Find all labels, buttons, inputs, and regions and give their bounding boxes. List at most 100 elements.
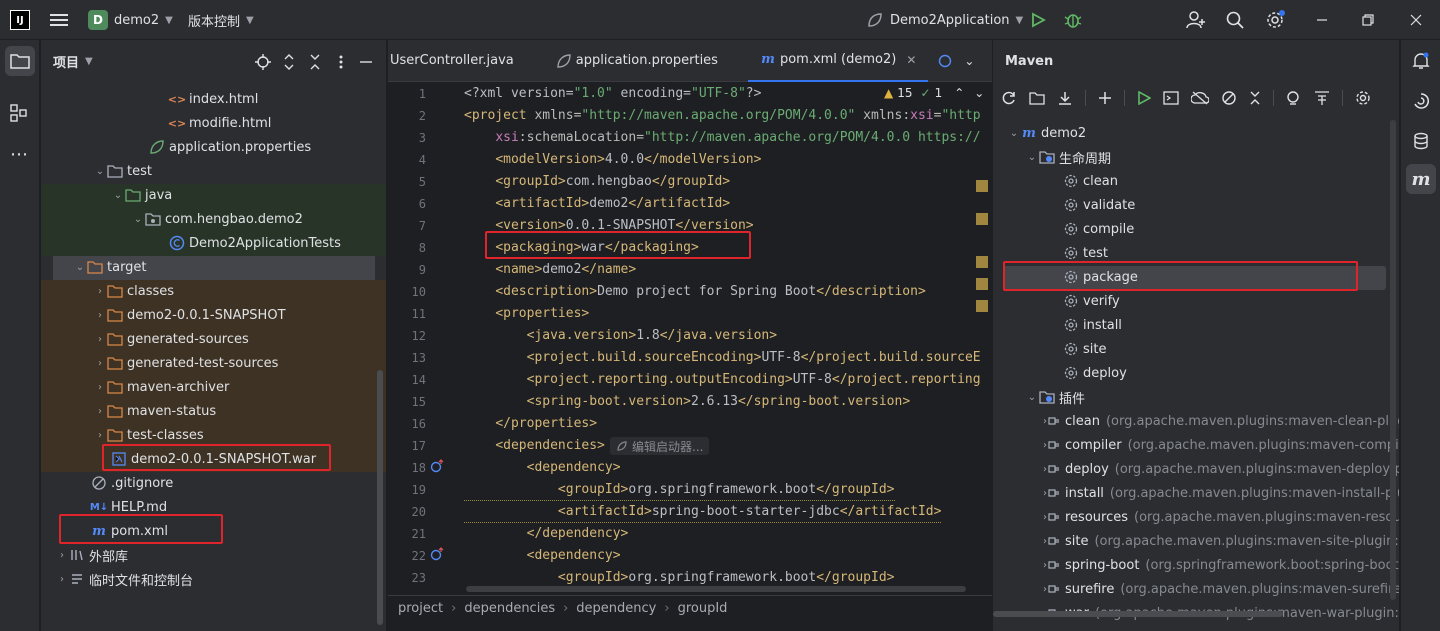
debug-button[interactable] (1064, 0, 1082, 40)
plugin-resources[interactable]: › resources (org.apache.maven.plugins:mave… (993, 505, 1399, 529)
run-button[interactable] (1030, 0, 1046, 40)
maven-vertical-scrollbar[interactable] (1390, 120, 1396, 600)
close-icon[interactable]: ✕ (906, 53, 916, 67)
lifecycle-validate[interactable]: validate (993, 193, 1399, 217)
plugin-deploy[interactable]: › deploy (org.apache.maven.plugins:maven-d… (993, 457, 1399, 481)
dependency-gutter-icon[interactable] (430, 547, 444, 561)
lifecycle-verify[interactable]: verify (993, 289, 1399, 313)
collapse-all-icon[interactable] (309, 53, 321, 71)
tab-pom-xml[interactable]: m pom.xml (demo2) ✕ (747, 40, 929, 82)
project-scrollbar[interactable] (377, 370, 383, 625)
show-deps-icon[interactable] (1314, 90, 1330, 106)
analyze-icon[interactable] (1286, 90, 1302, 106)
tree-item-classes[interactable]: › classes (41, 279, 386, 303)
add-icon[interactable] (1098, 91, 1112, 105)
chevron-down-icon[interactable]: ⌄ (974, 86, 984, 100)
main-menu-icon[interactable] (50, 0, 68, 40)
hide-icon[interactable] (359, 60, 373, 64)
plugin-compiler[interactable]: › compiler (org.apache.maven.plugins:maven… (993, 433, 1399, 457)
chevron-down-icon[interactable]: ⌄ (93, 164, 107, 178)
chevron-down-icon[interactable]: ⌄ (111, 188, 125, 202)
vcs-menu[interactable]: 版本控制 ▼ (188, 0, 254, 40)
lifecycle-node[interactable]: ⌄ 生命周期 (993, 145, 1399, 169)
chevron-up-icon[interactable]: ⌃ (954, 86, 964, 100)
chevron-down-icon[interactable]: ▼ (85, 56, 93, 67)
tree-item-generated-sources[interactable]: › generated-sources (41, 327, 386, 351)
collapse-icon[interactable] (1249, 90, 1261, 106)
horizontal-scrollbar[interactable] (466, 586, 966, 592)
lifecycle-clean[interactable]: clean (993, 169, 1399, 193)
settings-button[interactable] (1265, 0, 1285, 40)
marker[interactable] (976, 213, 988, 225)
lifecycle-deploy[interactable]: deploy (993, 361, 1399, 385)
tree-item-test[interactable]: ⌄ test (41, 159, 386, 183)
reload-icon[interactable] (1001, 90, 1017, 106)
tree-item-scratches[interactable]: › 临时文件和控制台 (41, 567, 386, 591)
marker[interactable] (976, 180, 988, 192)
download-icon[interactable] (1057, 90, 1073, 106)
offline-icon[interactable] (1191, 91, 1209, 105)
tree-item-gitignore[interactable]: .gitignore (41, 471, 386, 495)
edit-starters-hint[interactable]: 编辑启动器... (610, 437, 710, 455)
chevron-right-icon[interactable]: › (93, 380, 107, 394)
close-button[interactable] (1410, 0, 1422, 40)
lifecycle-install[interactable]: install (993, 313, 1399, 337)
plugin-clean[interactable]: › clean (org.apache.maven.plugins:maven-cl… (993, 409, 1399, 433)
lifecycle-compile[interactable]: compile (993, 217, 1399, 241)
chevron-right-icon[interactable]: › (93, 428, 107, 442)
tree-item-maven-status[interactable]: › maven-status (41, 399, 386, 423)
gear-icon[interactable] (1355, 90, 1371, 106)
project-tool-button[interactable] (5, 46, 35, 76)
maven-horizontal-scrollbar[interactable] (993, 611, 1283, 617)
tab-user-controller[interactable]: UserController.java (388, 40, 544, 82)
tab-overflow[interactable] (928, 40, 960, 82)
notifications-icon[interactable] (1412, 52, 1430, 70)
app-logo[interactable]: IJ (10, 0, 30, 40)
ai-assistant-icon[interactable] (1412, 92, 1430, 110)
plugins-node[interactable]: ⌄ 插件 (993, 385, 1399, 409)
tree-item-application-properties[interactable]: application.properties (41, 135, 386, 159)
chevron-right-icon[interactable]: › (55, 572, 69, 586)
tree-item-target[interactable]: ⌄ target (41, 255, 386, 279)
plugin-spring-boot[interactable]: › spring-boot (org.springframework.boot:sp… (993, 553, 1399, 577)
add-user-button[interactable] (1186, 0, 1206, 40)
chevron-right-icon[interactable]: › (93, 308, 107, 322)
execute-goal-icon[interactable] (1163, 91, 1179, 105)
tree-item-external-libraries[interactable]: › 外部库 (41, 543, 386, 567)
maven-root[interactable]: ⌄ m demo2 (993, 121, 1399, 145)
database-icon[interactable] (1412, 132, 1430, 150)
breadcrumb-item[interactable]: dependency (576, 601, 656, 616)
locate-icon[interactable] (255, 54, 271, 70)
tree-item-index-html[interactable]: <> index.html (41, 87, 386, 111)
search-button[interactable] (1226, 0, 1244, 40)
run-icon[interactable] (1137, 91, 1151, 105)
restore-button[interactable] (1362, 0, 1374, 40)
tree-item-java[interactable]: ⌄ java (41, 183, 386, 207)
marker[interactable] (976, 278, 988, 290)
plugin-surefire[interactable]: › surefire (org.apache.maven.plugins:maven… (993, 577, 1399, 601)
more-tools-icon[interactable]: ⋯ (10, 144, 29, 165)
lifecycle-site[interactable]: site (993, 337, 1399, 361)
chevron-right-icon[interactable]: › (93, 356, 107, 370)
tab-application-properties[interactable]: application.properties (544, 40, 748, 82)
tree-item-demo2-application-tests[interactable]: Demo2ApplicationTests (41, 231, 386, 255)
tree-item-maven-archiver[interactable]: › maven-archiver (41, 375, 386, 399)
chevron-right-icon[interactable]: › (93, 284, 107, 298)
minimize-button[interactable] (1316, 0, 1328, 40)
maven-tool-button[interactable]: m (1406, 164, 1436, 194)
code-content[interactable]: <?xml version="1.0" encoding="UTF-8"?> <… (464, 83, 992, 603)
chevron-right-icon[interactable]: › (93, 332, 107, 346)
chevron-right-icon[interactable]: › (55, 548, 69, 562)
plugin-install[interactable]: › install (org.apache.maven.plugins:maven-… (993, 481, 1399, 505)
dependency-gutter-icon[interactable] (430, 459, 444, 473)
options-icon[interactable] (333, 54, 349, 70)
breadcrumb-item[interactable]: dependencies (464, 601, 555, 616)
breadcrumb-item[interactable]: project (398, 601, 443, 616)
chevron-down-icon[interactable]: ⌄ (1025, 390, 1039, 404)
plugin-site[interactable]: › site (org.apache.maven.plugins:maven-sit… (993, 529, 1399, 553)
chevron-down-icon[interactable]: ⌄ (964, 54, 974, 68)
chevron-down-icon[interactable]: ⌄ (131, 212, 145, 226)
structure-tool-button[interactable] (10, 104, 28, 122)
chevron-down-icon[interactable]: ⌄ (1025, 150, 1039, 164)
project-panel-title[interactable]: 项目 (53, 52, 79, 71)
